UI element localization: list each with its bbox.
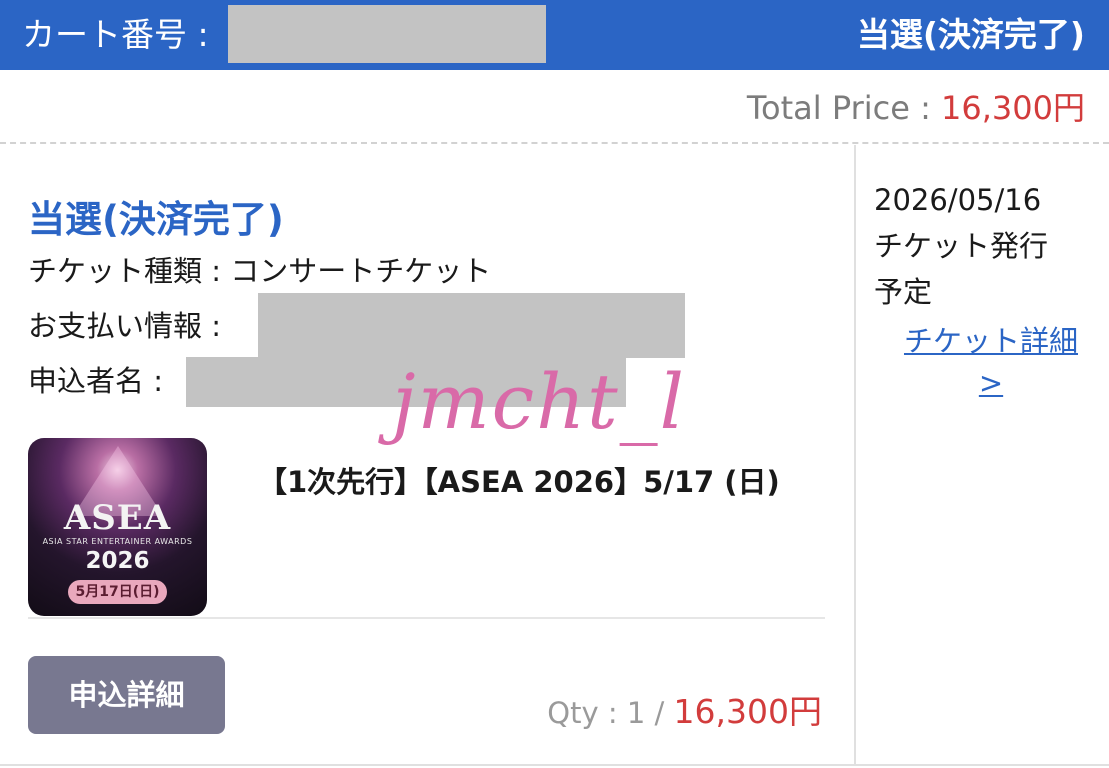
total-price-value: 16,300円	[941, 89, 1085, 127]
ticket-detail-link-label[interactable]: チケット詳細	[876, 320, 1106, 362]
chevron-right-icon[interactable]: >	[876, 362, 1106, 404]
issue-date: 2026/05/16	[874, 183, 1042, 217]
qty-label: Qty : 1 /	[547, 696, 674, 730]
order-item-panel: 当選(決済完了) チケット種類 : コンサートチケット お支払い情報 : 申込者…	[0, 145, 856, 766]
thumbnail-year: 2026	[85, 548, 150, 574]
ticket-detail-link[interactable]: チケット詳細 >	[876, 320, 1106, 404]
bottom-border	[0, 764, 1109, 766]
issue-line-2: チケット発行	[874, 229, 1049, 263]
item-status-title: 当選(決済完了)	[28, 198, 284, 241]
thumbnail-logo: ASEA	[63, 498, 172, 538]
thumbnail-subtitle: ASIA STAR ENTERTAINER AWARDS	[42, 537, 193, 546]
payment-info-label: お支払い情報 :	[28, 309, 221, 343]
qty-price: 16,300円	[673, 692, 822, 731]
event-title: 【1次先行】【ASEA 2026】5/17 (日)	[258, 465, 780, 499]
issue-line-3: 予定	[874, 275, 933, 309]
item-divider	[28, 617, 825, 619]
cart-number-label: カート番号 :	[22, 15, 209, 54]
order-header: カート番号 : 当選(決済完了)	[0, 0, 1109, 70]
applicant-name-label: 申込者名 :	[28, 364, 163, 398]
order-page: カート番号 : 当選(決済完了) Total Price : 16,300円 当…	[0, 0, 1109, 768]
total-price-row: Total Price : 16,300円	[0, 70, 1109, 144]
ticket-issue-info: 2026/05/16 チケット発行 予定	[874, 177, 1104, 315]
event-thumbnail[interactable]: ASEA ASIA STAR ENTERTAINER AWARDS 2026 5…	[28, 438, 207, 616]
total-price-label: Total Price :	[746, 89, 942, 127]
payment-info-redacted	[258, 293, 685, 358]
handwritten-watermark: jmcht_l	[392, 357, 686, 446]
total-price: Total Price : 16,300円	[747, 88, 1085, 128]
order-status: 当選(決済完了)	[856, 15, 1085, 54]
application-detail-button[interactable]: 申込詳細	[28, 656, 225, 734]
ticket-issue-panel: 2026/05/16 チケット発行 予定 チケット詳細 >	[858, 145, 1109, 766]
cart-number-redacted	[228, 5, 546, 63]
thumbnail-date: 5月17日(日)	[68, 580, 167, 604]
quantity-price: Qty : 1 / 16,300円	[547, 692, 822, 733]
ticket-type-line: チケット種類 : コンサートチケット	[28, 254, 492, 288]
